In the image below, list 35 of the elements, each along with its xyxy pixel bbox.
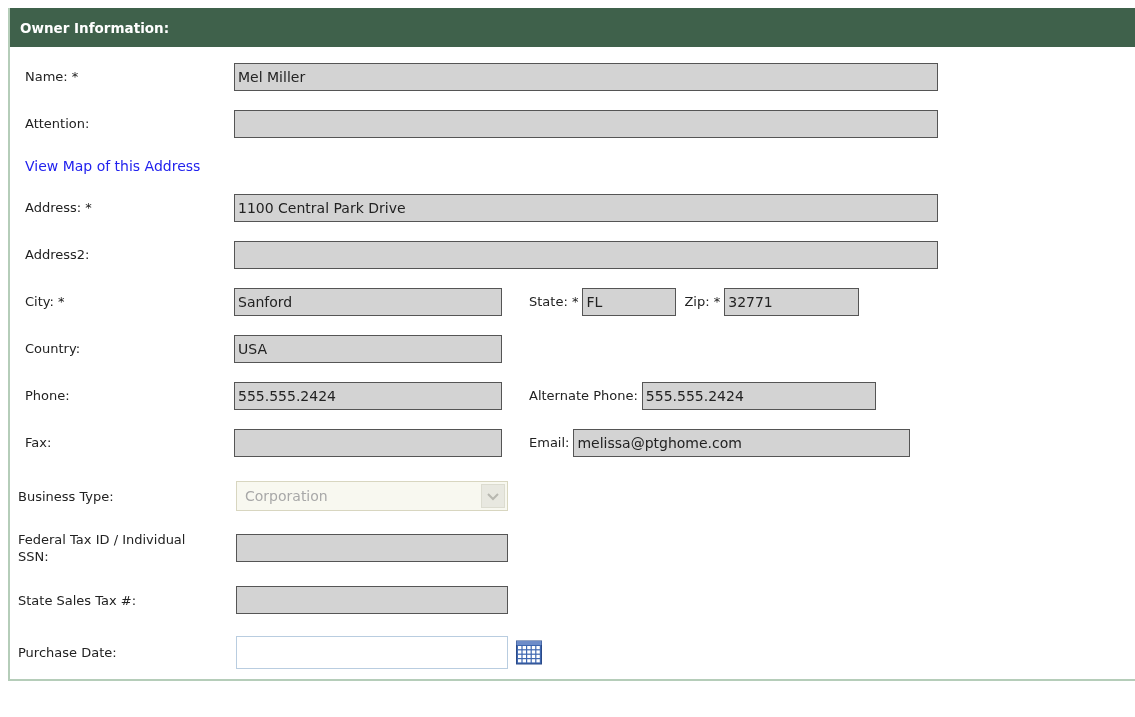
date-field[interactable] [236, 635, 508, 669]
text-field[interactable]: 555.555.2424 [234, 381, 502, 410]
field-label: Country: [25, 341, 82, 356]
field-label: Phone: [25, 388, 71, 403]
text-field[interactable] [236, 586, 508, 614]
field-label: Address: * [25, 200, 93, 215]
calendar-icon[interactable] [516, 639, 542, 665]
field-label: Name: * [25, 69, 80, 84]
field-label: Business Type: [18, 487, 115, 505]
text-field[interactable]: FL [582, 287, 677, 316]
text-field[interactable]: melissa@ptghome.com [573, 428, 911, 457]
text-field[interactable]: 1100 Central Park Drive [234, 193, 938, 222]
field-label: State Sales Tax #: [18, 591, 138, 609]
text-field[interactable] [236, 534, 508, 562]
text-field[interactable] [234, 109, 938, 138]
text-field[interactable]: 32771 [724, 287, 860, 316]
field-label: Attention: [25, 116, 91, 131]
map-link[interactable]: View Map of this Address [25, 157, 201, 174]
field-label: Zip: * [684, 294, 721, 309]
field-label: Purchase Date: [18, 643, 118, 661]
text-field[interactable]: Mel Miller [234, 62, 938, 91]
field-label: City: * [25, 294, 66, 309]
text-field[interactable] [234, 240, 938, 269]
field-label: Email: [529, 435, 570, 450]
section-header: Owner Information: [10, 8, 1135, 47]
field-label: State: * [529, 294, 579, 309]
field-label: Alternate Phone: [529, 388, 638, 403]
caret-icon [481, 484, 505, 508]
field-label: Address2: [25, 247, 91, 262]
field-label: Fax: [25, 435, 53, 450]
field-label: Federal Tax ID / Individual SSN: [18, 531, 187, 565]
text-field[interactable]: USA [234, 334, 502, 363]
text-field[interactable]: Sanford [234, 287, 502, 316]
text-field[interactable] [234, 428, 502, 457]
text-field[interactable]: 555.555.2424 [641, 381, 876, 410]
